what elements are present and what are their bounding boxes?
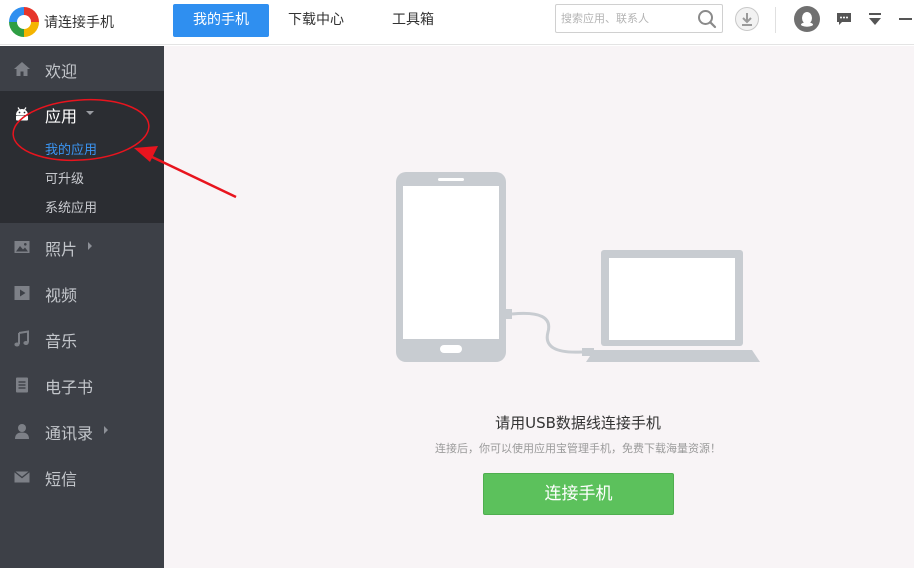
sidebar-item-label: 视频	[45, 286, 78, 305]
chevron-right-icon	[88, 242, 92, 250]
contact-icon	[15, 424, 29, 439]
chevron-down-icon	[86, 111, 94, 115]
sidebar-item-apps[interactable]: 应用	[0, 91, 164, 137]
sidebar-item-ebooks[interactable]: 电子书	[0, 362, 164, 408]
sidebar-group-apps: 应用 我的应用 可升级 系统应用	[0, 91, 164, 223]
sidebar-item-label: 欢迎	[45, 62, 78, 81]
sidebar: 欢迎 应用 我的应用 可升级 系统应用 照片 视频 音乐 电子书 通讯录 短信	[0, 46, 164, 568]
sidebar-item-label: 短信	[45, 470, 78, 489]
sidebar-item-music[interactable]: 音乐	[0, 316, 164, 362]
tab-my-phone[interactable]: 我的手机	[173, 4, 269, 37]
sidebar-item-label: 应用	[45, 107, 78, 126]
sidebar-item-label: 通讯录	[45, 424, 94, 443]
sidebar-item-label: 音乐	[45, 332, 78, 351]
sidebar-item-contacts[interactable]: 通讯录	[0, 408, 164, 454]
message-icon[interactable]	[836, 11, 852, 27]
connect-phone-button[interactable]: 连接手机	[483, 473, 674, 515]
android-icon	[16, 107, 28, 121]
qq-avatar-icon[interactable]	[794, 6, 820, 32]
book-icon	[16, 377, 28, 393]
sidebar-item-sms[interactable]: 短信	[0, 454, 164, 500]
sidebar-item-videos[interactable]: 视频	[0, 270, 164, 316]
main-content: 请用USB数据线连接手机 连接后，你可以使用应用宝管理手机，免费下载海量资源！ …	[164, 46, 914, 568]
top-bar: 请连接手机 我的手机 下载中心 工具箱	[0, 0, 914, 45]
app-logo-icon	[9, 7, 39, 37]
minimize-icon[interactable]	[899, 18, 912, 20]
header-divider	[775, 7, 776, 33]
sidebar-item-label: 照片	[45, 240, 78, 259]
sidebar-subitem-my-apps[interactable]: 我的应用	[45, 139, 97, 158]
video-icon	[14, 286, 30, 300]
connect-subtitle: 连接后，你可以使用应用宝管理手机，免费下载海量资源！	[435, 442, 721, 455]
dropdown-menu-icon[interactable]	[867, 11, 883, 27]
app-title: 请连接手机	[44, 15, 114, 31]
music-icon	[14, 330, 29, 347]
tab-toolbox[interactable]: 工具箱	[375, 4, 451, 37]
search-box	[555, 4, 723, 33]
sms-icon	[14, 470, 30, 483]
sidebar-item-label: 电子书	[45, 378, 94, 397]
phone-laptop-illustration	[396, 172, 760, 362]
sidebar-subitem-upgradable[interactable]: 可升级	[45, 168, 84, 187]
sidebar-subitem-system-apps[interactable]: 系统应用	[45, 197, 97, 216]
search-input[interactable]	[561, 9, 691, 28]
search-icon[interactable]	[696, 8, 718, 30]
sidebar-item-welcome[interactable]: 欢迎	[0, 46, 164, 92]
tab-download-center[interactable]: 下载中心	[275, 4, 357, 37]
home-icon	[14, 62, 30, 76]
sidebar-item-photos[interactable]: 照片	[0, 224, 164, 270]
image-icon	[14, 241, 30, 253]
download-icon[interactable]	[735, 7, 759, 31]
chevron-right-icon	[104, 426, 108, 434]
connect-title: 请用USB数据线连接手机	[495, 414, 661, 432]
